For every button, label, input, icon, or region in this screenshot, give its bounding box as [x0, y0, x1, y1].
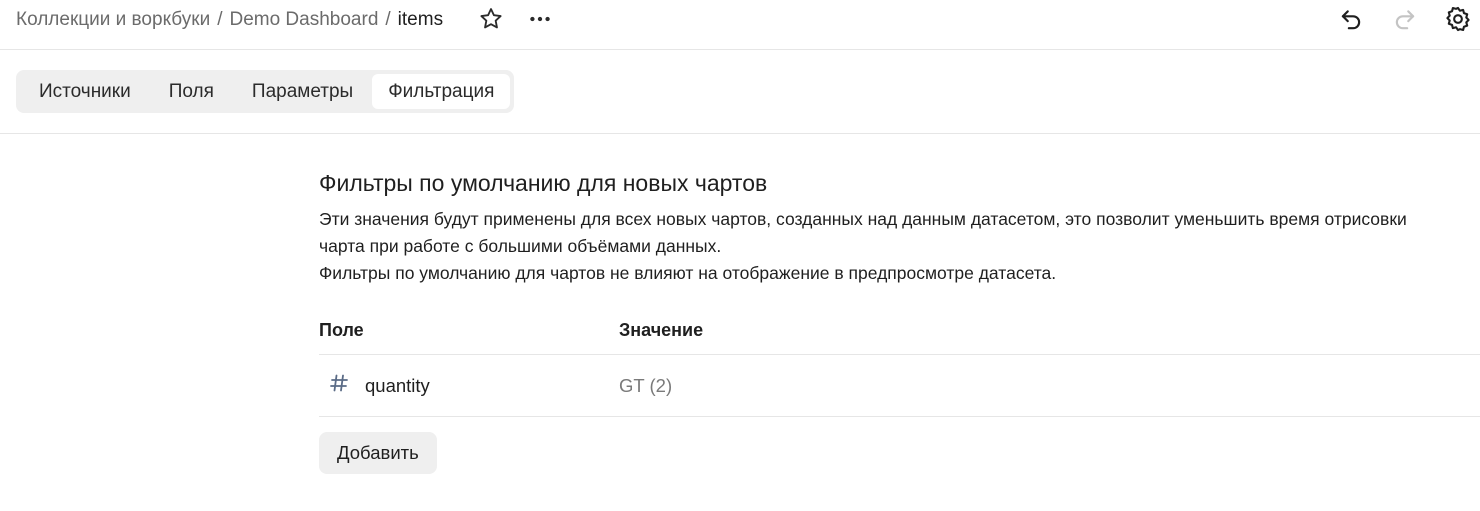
section-description: Эти значения будут применены для всех но… — [319, 206, 1449, 287]
column-header-value: Значение — [619, 320, 704, 340]
table-row[interactable]: quantity GT (2) — [319, 355, 1480, 417]
description-line: Фильтры по умолчанию для чартов не влияю… — [319, 263, 1057, 283]
filter-field-name: quantity — [365, 375, 430, 396]
add-filter-button[interactable]: Добавить — [319, 432, 437, 474]
gear-icon[interactable] — [1444, 5, 1472, 33]
description-line: Эти значения будут применены для всех но… — [319, 209, 1407, 256]
filters-section: Фильтры по умолчанию для новых чартов Эт… — [319, 168, 1480, 474]
tab-filtering[interactable]: Фильтрация — [372, 74, 511, 109]
table-header: Поле Значение — [319, 307, 1480, 355]
star-icon[interactable] — [478, 6, 504, 32]
filter-value: GT (2) — [619, 375, 673, 396]
section-title: Фильтры по умолчанию для новых чартов — [319, 170, 768, 196]
tab-sources[interactable]: Источники — [20, 74, 150, 109]
dataset-tabs: Источники Поля Параметры Фильтрация — [16, 70, 515, 113]
breadcrumb-item-collections[interactable]: Коллекции и воркбуки — [16, 9, 210, 31]
redo-icon[interactable] — [1392, 6, 1418, 32]
breadcrumb-item-workbook[interactable]: Demo Dashboard — [229, 9, 378, 31]
tabs-bar: Источники Поля Параметры Фильтрация — [0, 50, 1480, 134]
column-header-field: Поле — [319, 320, 364, 340]
tab-parameters[interactable]: Параметры — [233, 74, 372, 109]
breadcrumb-current: items — [397, 9, 444, 30]
breadcrumb: Коллекции и воркбуки / Demo Dashboard / … — [16, 8, 443, 32]
breadcrumb-separator: / — [385, 9, 391, 30]
tab-fields[interactable]: Поля — [150, 74, 233, 109]
hash-icon — [330, 374, 348, 392]
undo-icon[interactable] — [1338, 6, 1364, 32]
more-icon[interactable] — [527, 6, 553, 32]
breadcrumb-separator: / — [217, 9, 223, 30]
top-bar: Коллекции и воркбуки / Demo Dashboard / … — [0, 0, 1480, 50]
filters-table: Поле Значение quantity GT (2) — [319, 307, 1480, 417]
